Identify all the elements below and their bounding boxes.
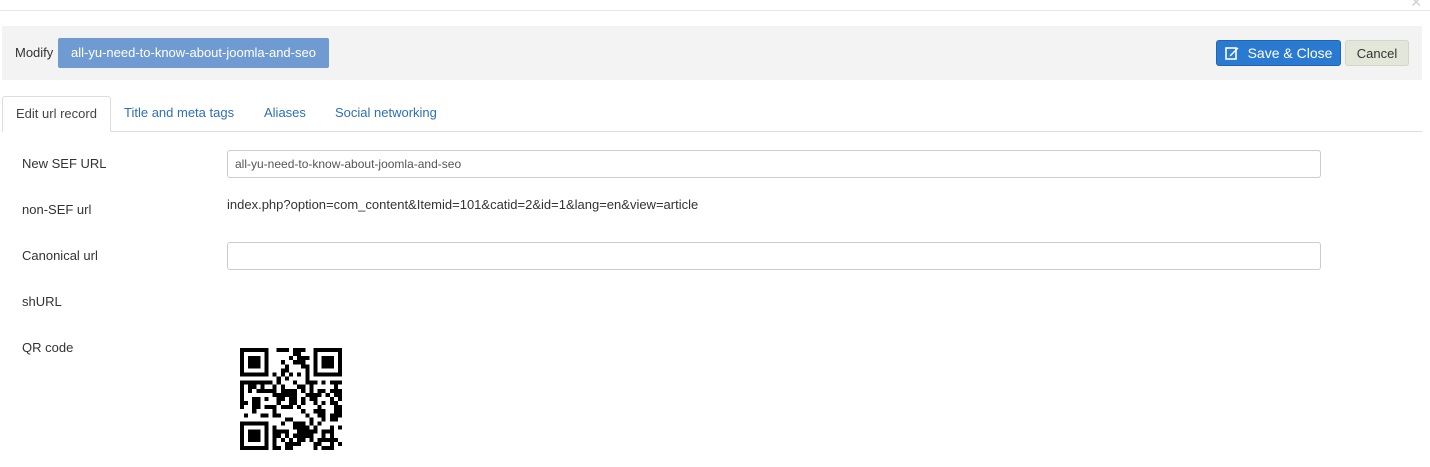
- alias-badge: all-yu-need-to-know-about-joomla-and-seo: [58, 38, 329, 68]
- save-close-button[interactable]: Save & Close: [1216, 40, 1341, 66]
- modify-label: Modify: [15, 45, 54, 60]
- tab-aliases[interactable]: Aliases: [251, 96, 319, 132]
- top-divider: [0, 10, 1430, 11]
- cancel-label: Cancel: [1356, 45, 1398, 61]
- save-close-label: Save & Close: [1247, 45, 1333, 61]
- shurl-label: shURL: [22, 294, 62, 309]
- canonical-url-input[interactable]: [227, 242, 1321, 270]
- non-sef-url-label: non-SEF url: [22, 202, 92, 217]
- edit-icon: [1224, 47, 1239, 60]
- tab-social-networking[interactable]: Social networking: [322, 96, 450, 132]
- canonical-url-label: Canonical url: [22, 248, 98, 263]
- qr-code-image: [240, 348, 342, 450]
- tab-edit-url-record[interactable]: Edit url record: [2, 96, 111, 132]
- close-icon[interactable]: ✕: [1410, 0, 1422, 11]
- qr-code-label: QR code: [22, 340, 74, 355]
- tab-bar: Edit url record Title and meta tags Alia…: [2, 96, 1422, 132]
- cancel-button[interactable]: Cancel: [1345, 40, 1409, 66]
- non-sef-url-value: index.php?option=com_content&Itemid=101&…: [227, 197, 699, 212]
- new-sef-url-input[interactable]: [227, 150, 1321, 178]
- new-sef-url-label: New SEF URL: [22, 156, 107, 171]
- toolbar: Modify all-yu-need-to-know-about-joomla-…: [2, 26, 1422, 80]
- tab-title-meta-tags[interactable]: Title and meta tags: [111, 96, 247, 132]
